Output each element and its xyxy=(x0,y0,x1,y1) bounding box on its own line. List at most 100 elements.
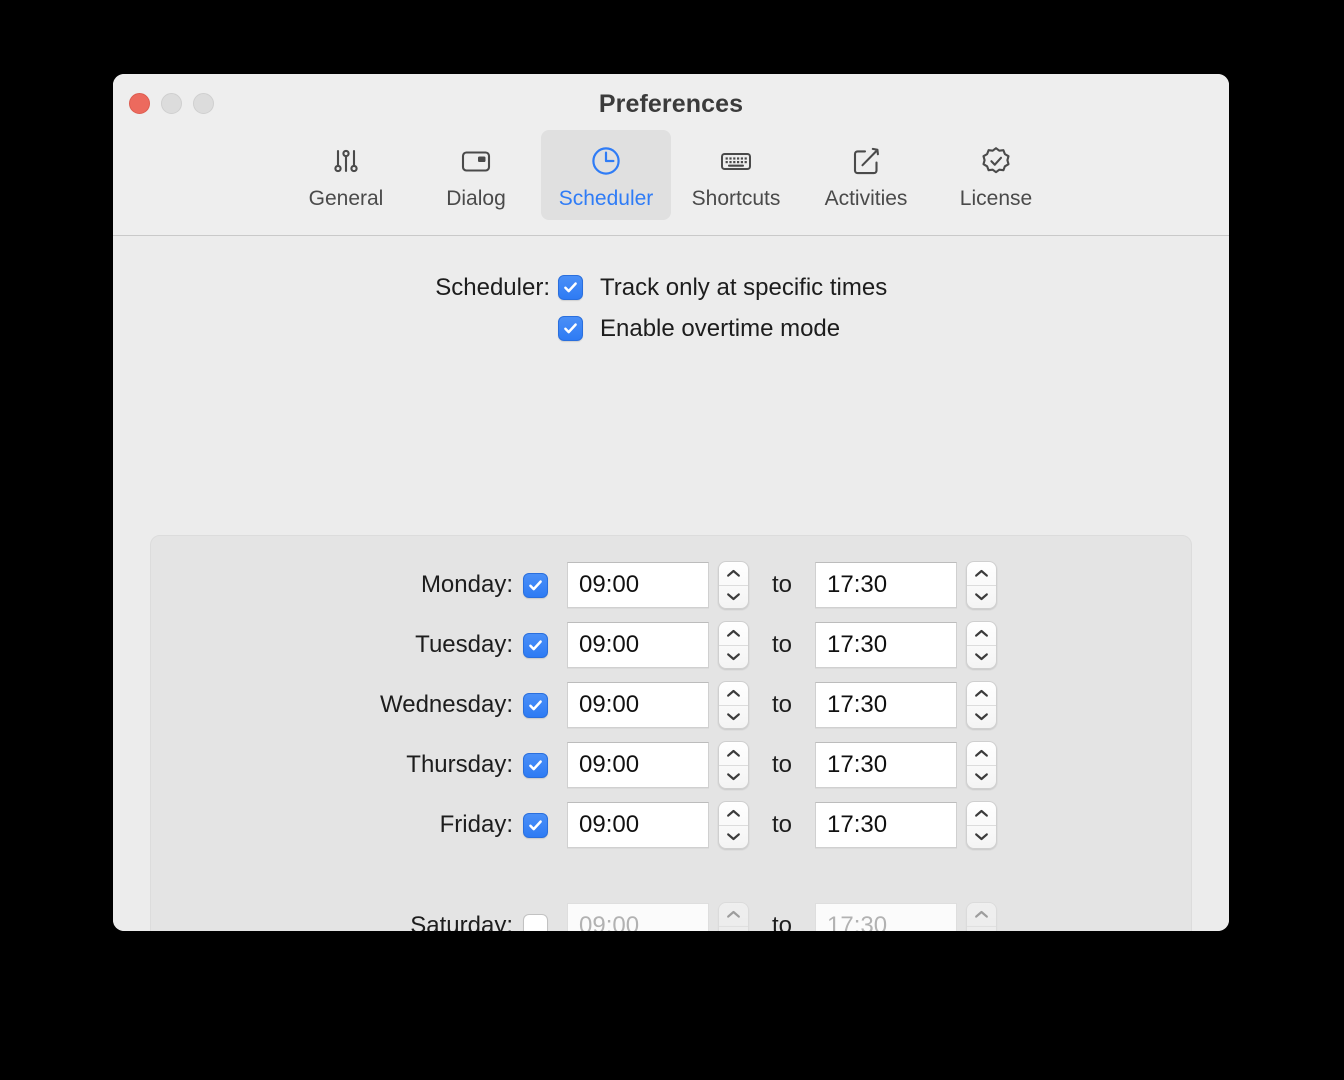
stepper-up-icon[interactable] xyxy=(719,802,748,826)
scheduler-options-group: Scheduler: Track only at specific times xyxy=(113,267,1229,349)
to-label: to xyxy=(771,691,792,718)
stepper-down-icon[interactable] xyxy=(719,586,748,609)
dialog-icon xyxy=(456,141,496,181)
scheduler-option-row: Enable overtime mode xyxy=(113,308,1229,349)
schedule-row-saturday: Saturday: 09:00 to 17:30 xyxy=(151,896,1191,931)
checkbox-monday[interactable] xyxy=(522,572,548,598)
window-title: Preferences xyxy=(598,90,744,118)
stepper-down-icon[interactable] xyxy=(719,646,748,669)
tab-shortcuts[interactable]: Shortcuts xyxy=(671,130,801,220)
end-time-stepper-wednesday[interactable] xyxy=(966,681,997,729)
stepper-down-icon[interactable] xyxy=(967,586,996,609)
tab-shortcuts-label: Shortcuts xyxy=(691,187,781,210)
checkbox-tuesday[interactable] xyxy=(522,632,548,658)
day-label: Tuesday: xyxy=(415,631,513,658)
stepper-down-icon[interactable] xyxy=(719,826,748,849)
stepper-up-icon[interactable] xyxy=(719,742,748,766)
stepper-up-icon[interactable] xyxy=(719,562,748,586)
scheduler-pane: Scheduler: Track only at specific times xyxy=(113,236,1229,931)
stepper-down-icon[interactable] xyxy=(967,826,996,849)
to-label: to xyxy=(771,912,792,931)
start-time-field-friday[interactable]: 09:00 xyxy=(567,802,709,848)
keyboard-icon xyxy=(716,141,756,181)
stepper-up-icon[interactable] xyxy=(967,742,996,766)
preferences-window: Preferences General Dialog Scheduler Sho… xyxy=(113,74,1229,931)
day-label: Saturday: xyxy=(410,912,513,931)
day-label: Friday: xyxy=(439,811,513,838)
window-titlebar: Preferences General Dialog Scheduler Sho… xyxy=(113,74,1229,236)
checkbox-track-only-at-specific-times[interactable] xyxy=(557,275,583,300)
stepper-down-icon[interactable] xyxy=(967,706,996,729)
end-time-field-monday[interactable]: 17:30 xyxy=(815,562,957,608)
clock-icon xyxy=(586,141,626,181)
end-time-field-friday[interactable]: 17:30 xyxy=(815,802,957,848)
end-time-stepper-tuesday[interactable] xyxy=(966,621,997,669)
checkbox-thursday[interactable] xyxy=(522,752,548,778)
tab-dialog[interactable]: Dialog xyxy=(411,130,541,220)
scheduler-option-label: Enable overtime mode xyxy=(600,314,841,342)
tab-scheduler[interactable]: Scheduler xyxy=(541,130,671,220)
stepper-up-icon[interactable] xyxy=(719,622,748,646)
tab-general[interactable]: General xyxy=(281,130,411,220)
start-time-stepper-friday[interactable] xyxy=(718,801,749,849)
checkbox-wednesday[interactable] xyxy=(522,692,548,718)
stepper-down-icon[interactable] xyxy=(719,766,748,789)
checkbox-saturday[interactable] xyxy=(522,913,548,931)
start-time-stepper-wednesday[interactable] xyxy=(718,681,749,729)
stepper-up-icon[interactable] xyxy=(967,682,996,706)
to-label: to xyxy=(771,631,792,658)
start-time-field-tuesday[interactable]: 09:00 xyxy=(567,622,709,668)
to-label: to xyxy=(771,811,792,838)
stepper-down-icon[interactable] xyxy=(967,766,996,789)
start-time-field-saturday: 09:00 xyxy=(567,903,709,931)
seal-check-icon xyxy=(976,141,1016,181)
scheduler-option-label: Track only at specific times xyxy=(600,273,888,301)
end-time-field-saturday: 17:30 xyxy=(815,903,957,931)
schedule-row-thursday: Thursday: 09:00 to 17:30 xyxy=(151,735,1191,795)
start-time-field-thursday[interactable]: 09:00 xyxy=(567,742,709,788)
end-time-stepper-friday[interactable] xyxy=(966,801,997,849)
tab-scheduler-label: Scheduler xyxy=(558,187,654,210)
start-time-stepper-thursday[interactable] xyxy=(718,741,749,789)
start-time-field-monday[interactable]: 09:00 xyxy=(567,562,709,608)
stepper-up-icon[interactable] xyxy=(967,802,996,826)
stepper-up-icon[interactable] xyxy=(967,562,996,586)
day-label: Monday: xyxy=(420,571,513,598)
compose-icon xyxy=(846,141,886,181)
end-time-field-tuesday[interactable]: 17:30 xyxy=(815,622,957,668)
end-time-field-wednesday[interactable]: 17:30 xyxy=(815,682,957,728)
start-time-stepper-tuesday[interactable] xyxy=(718,621,749,669)
stepper-up-icon[interactable] xyxy=(719,682,748,706)
end-time-field-thursday[interactable]: 17:30 xyxy=(815,742,957,788)
end-time-stepper-thursday[interactable] xyxy=(966,741,997,789)
stepper-down-icon xyxy=(967,927,996,932)
stepper-down-icon xyxy=(719,927,748,932)
tab-license[interactable]: License xyxy=(931,130,1061,220)
stepper-up-icon xyxy=(967,903,996,927)
end-time-stepper-saturday xyxy=(966,902,997,931)
stepper-down-icon[interactable] xyxy=(719,706,748,729)
schedule-row-tuesday: Tuesday: 09:00 to 17:30 xyxy=(151,615,1191,675)
tab-general-label: General xyxy=(308,187,384,210)
checkbox-enable-overtime-mode[interactable] xyxy=(557,316,583,341)
start-time-stepper-saturday xyxy=(718,902,749,931)
schedule-row-friday: Friday: 09:00 to 17:30 xyxy=(151,795,1191,855)
tab-dialog-label: Dialog xyxy=(446,187,506,210)
scheduler-section-label: Scheduler: xyxy=(435,273,550,301)
scheduler-option-row: Scheduler: Track only at specific times xyxy=(113,267,1229,308)
weekend-spacer xyxy=(151,855,1191,896)
stepper-down-icon[interactable] xyxy=(967,646,996,669)
sliders-icon xyxy=(326,141,366,181)
checkbox-friday[interactable] xyxy=(522,812,548,838)
schedule-row-monday: Monday: 09:00 to 17:30 xyxy=(151,555,1191,615)
preferences-toolbar: General Dialog Scheduler Shortcuts Activ… xyxy=(113,130,1229,220)
start-time-field-wednesday[interactable]: 09:00 xyxy=(567,682,709,728)
end-time-stepper-monday[interactable] xyxy=(966,561,997,609)
to-label: to xyxy=(771,571,792,598)
tab-license-label: License xyxy=(959,187,1033,210)
weekly-schedule-panel: Monday: 09:00 to 17:30 Tuesday: 09:00 to… xyxy=(150,535,1192,931)
stepper-up-icon[interactable] xyxy=(967,622,996,646)
tab-activities[interactable]: Activities xyxy=(801,130,931,220)
start-time-stepper-monday[interactable] xyxy=(718,561,749,609)
stepper-up-icon xyxy=(719,903,748,927)
